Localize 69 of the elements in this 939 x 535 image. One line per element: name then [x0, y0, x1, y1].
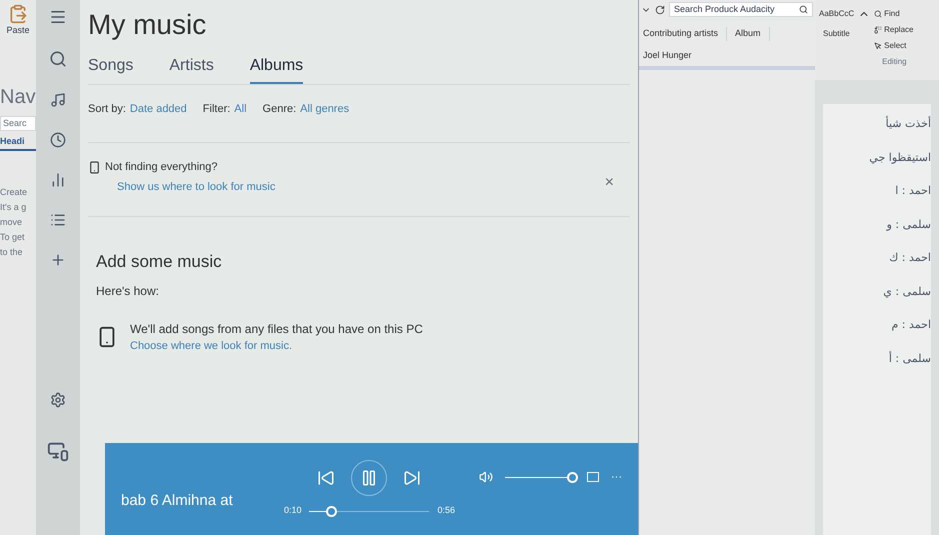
document-line: احمد : ا: [895, 183, 931, 199]
bar-chart-icon[interactable]: [50, 172, 66, 188]
pane-text: move: [0, 216, 24, 228]
filter-dropdown[interactable]: All genres: [300, 101, 350, 118]
seek-thumb[interactable]: [326, 506, 338, 516]
tab[interactable]: Albums: [250, 54, 304, 84]
search-icon: [874, 10, 882, 18]
notice-link[interactable]: Show us where to look for music: [117, 179, 605, 196]
notice-title: Not finding everything?: [105, 160, 219, 174]
paste-button[interactable]: Paste: [0, 4, 36, 38]
replace-button[interactable]: Replace: [874, 24, 914, 36]
search-field[interactable]: Searc: [0, 116, 36, 131]
filter-label: Filter:: [202, 102, 230, 117]
pane-text: Create: [0, 186, 28, 198]
style-name[interactable]: Subtitle: [819, 28, 854, 40]
volume-thumb[interactable]: [566, 472, 578, 482]
clock-icon[interactable]: [50, 132, 66, 148]
pane-text: It's a g: [0, 202, 28, 212]
select-button[interactable]: Select: [874, 40, 914, 52]
filter-dropdown[interactable]: All: [234, 101, 247, 118]
next-button[interactable]: [403, 469, 422, 488]
now-playing-icon[interactable]: [47, 440, 69, 462]
mini-player-button[interactable]: [587, 472, 599, 482]
refresh-icon[interactable]: [655, 4, 665, 14]
tab[interactable]: Artists: [169, 54, 214, 84]
document-line: احمد : ك: [889, 250, 931, 266]
search-icon: [799, 5, 808, 14]
document-line: احمد : م: [892, 317, 931, 333]
elapsed-time: 0:10: [284, 504, 302, 518]
document-line: سلمى : ي: [883, 284, 931, 300]
replace-icon: [874, 26, 882, 34]
pane-title: Nav: [0, 84, 36, 110]
search-field[interactable]: Search Produck Audacity: [669, 2, 813, 17]
plus-icon[interactable]: [50, 252, 66, 268]
close-button[interactable]: ×: [604, 170, 614, 194]
document-line: سلمى : أ: [888, 350, 931, 366]
document-line: سلمى : و: [886, 216, 931, 233]
filter-dropdown[interactable]: Date added: [130, 101, 187, 118]
filter-label: Sort by:: [88, 102, 126, 117]
page-title: My music: [88, 8, 208, 42]
column-header[interactable]: Contributing artists: [643, 27, 728, 40]
device-icon: [88, 160, 101, 174]
section-title: Add some music: [96, 250, 223, 272]
group-label: Editing: [881, 56, 908, 68]
pane-text: To get: [0, 232, 26, 242]
pointer-icon: [874, 42, 882, 50]
duration-time: 0:56: [437, 504, 455, 518]
music-note-icon[interactable]: [50, 92, 66, 108]
track-title: bab 6 Almihna at: [121, 490, 234, 511]
find-button[interactable]: Find: [874, 8, 914, 20]
play-pause-button[interactable]: [351, 460, 388, 496]
menu-icon[interactable]: [49, 8, 67, 26]
step-link[interactable]: Choose where we look for music.: [130, 338, 423, 354]
pane-text: to the: [0, 246, 24, 258]
filter-label: Genre:: [262, 102, 296, 117]
section-subtitle: Here's how:: [96, 283, 160, 300]
settings-icon[interactable]: [50, 392, 66, 408]
clipboard-icon: [8, 4, 28, 24]
column-header[interactable]: Album: [735, 27, 770, 40]
tab[interactable]: Songs: [88, 54, 134, 84]
document-line: أخذت شيأ: [886, 116, 931, 132]
volume-icon[interactable]: [479, 470, 493, 484]
search-icon[interactable]: [49, 50, 67, 68]
step-text: We'll add songs from any files that you have on this PC: [130, 321, 423, 338]
document-line: استيقظوا جي: [869, 150, 931, 166]
previous-button[interactable]: [317, 469, 336, 488]
style-sample[interactable]: AaBbCcC: [819, 8, 854, 20]
more-button[interactable]: ···: [611, 468, 622, 486]
list-icon[interactable]: [50, 212, 66, 228]
